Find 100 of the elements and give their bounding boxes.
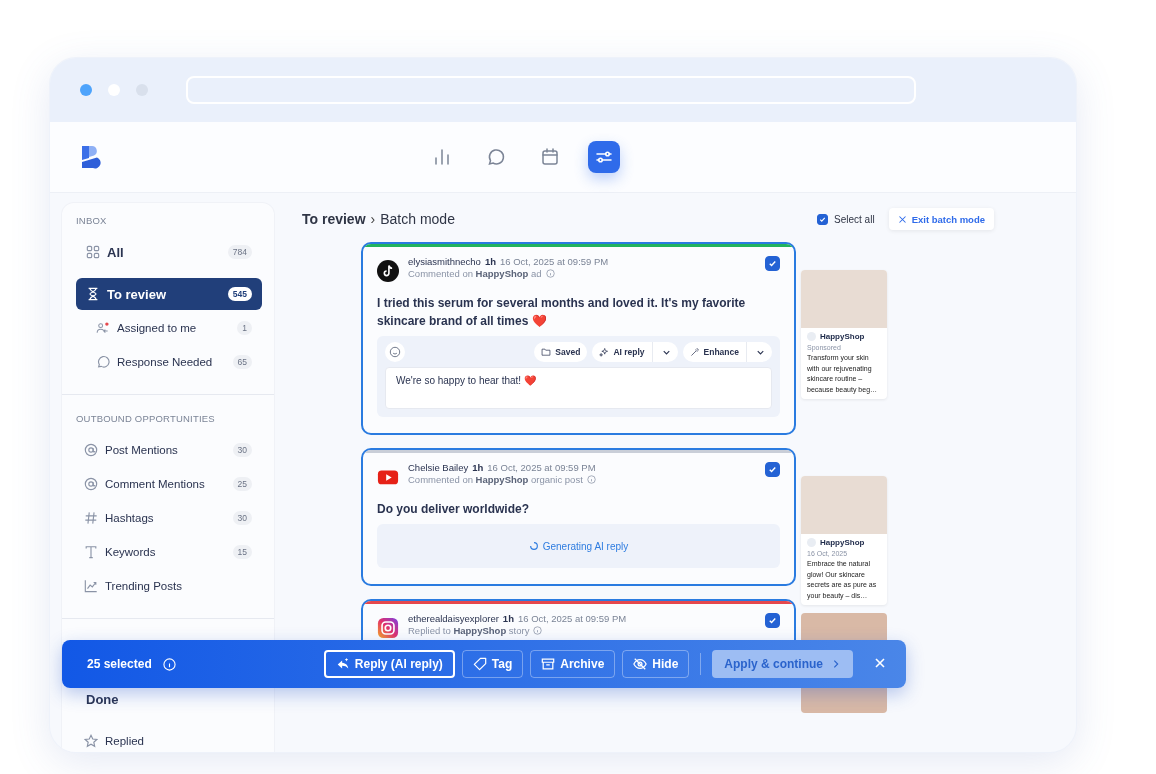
timestamp: 16 Oct, 2025 at 09:59 PM xyxy=(499,256,609,267)
speech-bubble-icon xyxy=(96,355,110,369)
item-label: Post Mentions xyxy=(105,444,179,456)
app-logo xyxy=(81,145,101,169)
timestamp: 16 Oct, 2025 at 09:59 PM xyxy=(517,613,627,624)
item-label: Hashtags xyxy=(105,512,155,524)
age-label: 1h xyxy=(472,462,484,473)
people-icon xyxy=(96,321,110,335)
close-icon xyxy=(874,657,886,669)
camera-logo-icon xyxy=(377,617,399,639)
window-dot[interactable] xyxy=(80,84,92,96)
sparkle-icon xyxy=(599,347,610,357)
comment-text: Do you deliver worldwide? xyxy=(377,501,531,518)
select-all-checkbox[interactable] xyxy=(817,213,829,225)
sidebar-item[interactable]: Post Mentions 30 xyxy=(76,434,262,466)
speech-bubble-icon xyxy=(486,147,506,167)
count-badge: 30 xyxy=(232,511,252,525)
saved-replies-button[interactable]: Saved xyxy=(534,342,588,362)
emoji-button[interactable] xyxy=(385,342,405,362)
trend-chart-icon xyxy=(84,579,98,593)
item-label: Trending Posts xyxy=(105,580,183,592)
sidebar-item[interactable]: Hashtags 30 xyxy=(76,502,262,534)
count-badge: 15 xyxy=(232,545,252,559)
tag-icon xyxy=(472,657,487,671)
sidebar-item[interactable]: Response Needed 65 xyxy=(76,346,262,378)
at-sign-icon xyxy=(84,477,98,491)
sidebar-item[interactable]: All 784 xyxy=(76,236,262,268)
select-all-label: Select all xyxy=(834,213,875,225)
count-badge: 1 xyxy=(237,321,252,335)
sidebar-item[interactable]: Comment Mentions 25 xyxy=(76,468,262,500)
breadcrumb-separator: › xyxy=(370,211,376,227)
comment-context: Commented on HappyShop organic post xyxy=(408,474,583,485)
section-heading: OUTBOUND OPPORTUNITIES xyxy=(76,412,216,426)
comment-card[interactable] xyxy=(361,242,796,435)
chevron-right-icon xyxy=(831,659,841,669)
count-badge: 784 xyxy=(227,245,252,259)
exit-batch-mode-button[interactable]: Exit batch mode xyxy=(888,208,994,230)
at-sign-icon xyxy=(84,443,98,457)
close-icon xyxy=(897,214,907,224)
tag-button[interactable]: Tag xyxy=(461,650,524,678)
eye-slash-icon xyxy=(633,657,648,671)
item-label: Replied xyxy=(105,735,145,747)
item-label: Done xyxy=(86,691,120,707)
reply-field[interactable]: We're so happy to hear that! ❤ xyxy=(385,367,772,409)
comment-card[interactable]: Chelsie Bailey 1h 16 Oct, 2025 at 09:59 PM Commented on HappyShop organic post Do you deliver worldwide? Generating AI reply xyxy=(361,448,796,586)
folder-icon xyxy=(541,347,552,357)
breadcrumb-link[interactable]: To review xyxy=(302,211,366,227)
age-label: 1h xyxy=(484,256,496,267)
brand-name: HappyShop xyxy=(820,332,865,341)
item-label: All xyxy=(107,244,125,260)
timestamp: 16 Oct, 2025 at 09:59 PM xyxy=(487,462,596,473)
comment-context: Replied to HappyShop story xyxy=(408,625,530,636)
comment-text: I tried this serum for several months and loved it. It's my favorite skincare brand of all times ❤ xyxy=(377,295,747,330)
item-label: Keywords xyxy=(105,546,157,558)
brand-name: HappyShop xyxy=(820,538,865,547)
username[interactable]: etherealdaisyexplorer xyxy=(408,613,499,624)
count-badge: 545 xyxy=(227,287,252,301)
card-checkbox[interactable] xyxy=(765,462,780,477)
magic-wand-icon xyxy=(689,347,700,357)
item-label: Comment Mentions xyxy=(105,478,206,490)
bar-chart-icon xyxy=(432,147,452,167)
smiley-icon xyxy=(389,346,401,358)
sidebar-item[interactable]: Replied xyxy=(76,725,262,752)
reply-button[interactable]: Reply (AI reply) xyxy=(323,650,455,678)
hourglass-icon xyxy=(86,287,100,301)
username[interactable]: Chelsie Bailey xyxy=(408,462,469,473)
sidebar-item[interactable]: Keywords 15 xyxy=(76,536,262,568)
card-checkbox[interactable] xyxy=(765,256,780,271)
breadcrumb-current: Batch mode xyxy=(380,211,455,227)
item-label: To review xyxy=(107,286,167,302)
username[interactable]: elysiasmithnecho xyxy=(408,256,481,267)
sidebar-item[interactable]: To review 545 xyxy=(76,278,262,310)
selected-count: 25 selected xyxy=(87,657,152,671)
archive-button[interactable]: Archive xyxy=(530,650,616,678)
hide-button[interactable]: Hide xyxy=(622,650,690,678)
ai-reply-split-button[interactable]: AI reply xyxy=(592,342,678,362)
count-badge: 30 xyxy=(232,443,252,457)
count-badge: 25 xyxy=(232,477,252,491)
settings-tab[interactable] xyxy=(588,141,620,173)
sidebar-item[interactable]: Trending Posts xyxy=(76,570,262,602)
item-label: Assigned to me xyxy=(117,322,198,334)
enhance-split-button[interactable]: Enhance xyxy=(682,342,772,362)
ai-reply-button[interactable]: AI reply xyxy=(592,342,653,362)
comment-context: Commented on HappyShop ad xyxy=(408,268,542,279)
sparkle-reply-icon xyxy=(335,657,350,671)
music-note-logo-icon xyxy=(377,260,399,282)
hash-icon xyxy=(84,511,98,525)
spinner-icon xyxy=(528,541,539,551)
generating-status: Generating AI reply xyxy=(377,524,780,568)
enhance-button[interactable]: Enhance xyxy=(682,342,747,362)
card-checkbox[interactable] xyxy=(765,613,780,628)
count-badge: 65 xyxy=(232,355,252,369)
sidebar-item[interactable]: Assigned to me 1 xyxy=(76,312,262,344)
star-icon xyxy=(84,734,98,748)
age-label: 1h xyxy=(502,613,514,624)
archive-box-icon xyxy=(541,657,556,671)
checkmark-icon xyxy=(767,464,778,475)
text-icon xyxy=(84,545,98,559)
checkmark-icon xyxy=(767,615,778,626)
section-heading: INBOX xyxy=(76,214,108,228)
